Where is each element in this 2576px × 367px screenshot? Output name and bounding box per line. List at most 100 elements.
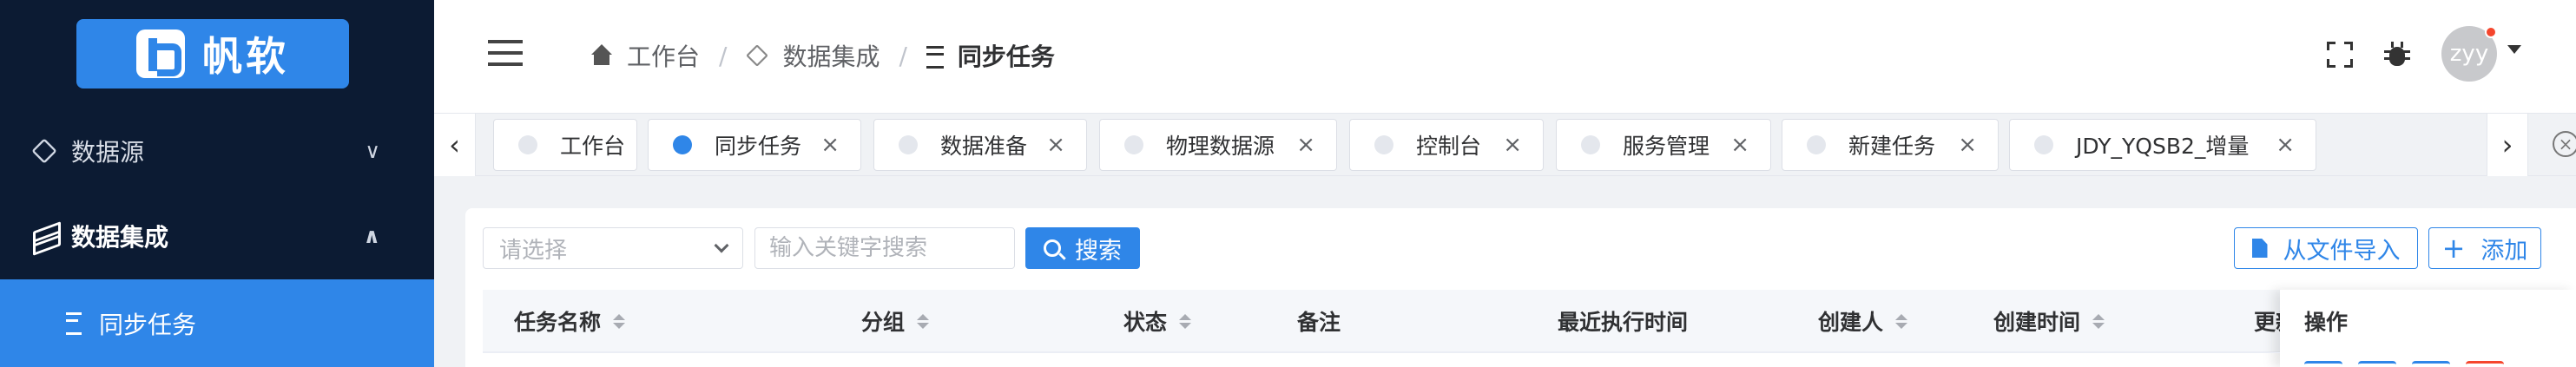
- breadcrumb-item-data-integration[interactable]: 数据集成: [746, 38, 880, 73]
- column-header-group[interactable]: 分组: [861, 290, 930, 352]
- tabs-scroll-left-button[interactable]: ‹: [434, 114, 476, 176]
- tab-workbench[interactable]: 工作台: [493, 119, 637, 171]
- sort-icon[interactable]: [1895, 313, 1908, 329]
- bug-icon[interactable]: [2384, 40, 2410, 68]
- row-action-button[interactable]: [2304, 361, 2342, 367]
- chevron-down-icon: [714, 238, 729, 253]
- search-input[interactable]: [754, 227, 1015, 269]
- column-label: 状态: [1123, 310, 1168, 335]
- column-header-last-run-time: 最近执行时间: [1558, 290, 1688, 352]
- tab-label: 数据准备: [940, 134, 1028, 159]
- chevron-down-icon: ∨: [365, 139, 380, 163]
- tab-new-task[interactable]: 新建任务 ×: [1782, 119, 1999, 171]
- sort-icon[interactable]: [613, 313, 626, 329]
- import-from-file-button[interactable]: 从文件导入: [2234, 227, 2418, 269]
- sidebar: 帆软 数据源 ∨ 数据集成 ∧ 同步任务: [0, 0, 434, 367]
- close-icon[interactable]: ×: [1503, 132, 1522, 158]
- row-action-buttons: [2304, 361, 2504, 367]
- table-header: 任务名称 分组 状态 备注 最近执行时间 创建人 创建时间 更新: [483, 290, 2576, 352]
- breadcrumb-label: 同步任务: [957, 43, 1055, 71]
- column-header-status[interactable]: 状态: [1123, 290, 1192, 352]
- sort-icon[interactable]: [917, 313, 930, 329]
- sidebar-item-datasource[interactable]: 数据源 ∨: [0, 108, 434, 194]
- layers-icon: [746, 44, 769, 67]
- sort-icon[interactable]: [2092, 313, 2105, 329]
- cube-icon: [31, 138, 57, 164]
- tab-physical-datasource[interactable]: 物理数据源 ×: [1099, 119, 1337, 171]
- tab-label: 控制台: [1416, 134, 1482, 159]
- column-header-task-name[interactable]: 任务名称: [514, 290, 626, 352]
- sidebar-item-label: 同步任务: [99, 310, 197, 339]
- tab-service-management[interactable]: 服务管理 ×: [1556, 119, 1771, 171]
- brand-name: 帆软: [202, 33, 289, 80]
- tab-label: 物理数据源: [1166, 134, 1275, 159]
- breadcrumb-separator: /: [719, 41, 728, 70]
- tab-status-dot: [518, 135, 537, 154]
- column-label: 创建时间: [1993, 310, 2081, 335]
- breadcrumb-item-workbench[interactable]: 工作台: [590, 38, 700, 73]
- close-icon[interactable]: ×: [1296, 132, 1315, 158]
- row-action-button[interactable]: [2358, 361, 2396, 367]
- search-icon: [1044, 239, 1061, 257]
- tab-sync-task[interactable]: 同步任务 ×: [648, 119, 861, 171]
- home-icon: [590, 44, 613, 67]
- column-label: 备注: [1297, 310, 1341, 335]
- table-row-divider: [483, 352, 2280, 353]
- column-header-created-time[interactable]: 创建时间: [1993, 290, 2105, 352]
- tab-status-dot: [1374, 135, 1393, 154]
- tabs-scroll-right-button[interactable]: ›: [2487, 114, 2528, 176]
- breadcrumb-label: 工作台: [627, 43, 701, 71]
- tab-console[interactable]: 控制台 ×: [1349, 119, 1544, 171]
- tab-status-dot: [899, 135, 918, 154]
- close-icon[interactable]: ×: [820, 132, 840, 158]
- row-delete-button[interactable]: [2466, 361, 2504, 367]
- top-header: 工作台 / 数据集成 / 同步任务 zyy: [434, 0, 2576, 113]
- brand-logo[interactable]: 帆软: [76, 19, 349, 88]
- fullscreen-icon[interactable]: [2327, 42, 2353, 68]
- add-button[interactable]: + 添加: [2428, 227, 2541, 269]
- sidebar-item-data-integration[interactable]: 数据集成 ∧: [0, 193, 434, 279]
- column-label: 创建人: [1818, 310, 1884, 335]
- tab-label: 服务管理: [1623, 134, 1710, 159]
- close-icon[interactable]: ×: [1730, 132, 1749, 158]
- close-icon[interactable]: ×: [1046, 132, 1065, 158]
- tabs-bar: ‹ 工作台 同步任务 × 数据准备 × 物理数据源 × 控制台 × 服务管理 ×…: [434, 113, 2576, 176]
- sidebar-item-label: 数据源: [71, 138, 145, 167]
- breadcrumb: 工作台 / 数据集成 / 同步任务: [590, 35, 1055, 76]
- search-button[interactable]: 搜索: [1025, 227, 1140, 269]
- list-icon: [66, 311, 82, 335]
- add-button-label: 添加: [2480, 237, 2528, 265]
- close-all-tabs-icon[interactable]: ×: [2553, 131, 2576, 157]
- caret-down-icon[interactable]: [2507, 45, 2521, 54]
- operations-column: 操作: [2280, 290, 2576, 367]
- column-header-remark: 备注: [1297, 290, 1341, 352]
- hamburger-menu-icon[interactable]: [488, 40, 523, 66]
- tab-data-prep[interactable]: 数据准备 ×: [873, 119, 1087, 171]
- tab-label: 同步任务: [715, 134, 802, 159]
- content-panel: 请选择 搜索 从文件导入 + 添加 任务名称 分组 状态 备注 最近执行时间: [465, 208, 2576, 367]
- tab-jdy-incremental[interactable]: JDY_YQSB2_增量 ×: [2009, 119, 2316, 171]
- column-label: 分组: [861, 310, 906, 335]
- search-button-label: 搜索: [1075, 237, 1122, 265]
- tab-status-dot: [1124, 135, 1143, 154]
- column-header-creator[interactable]: 创建人: [1818, 290, 1908, 352]
- tab-label: JDY_YQSB2_增量: [2076, 134, 2250, 159]
- close-icon[interactable]: ×: [1958, 132, 1977, 158]
- group-select[interactable]: 请选择: [483, 227, 743, 269]
- notification-badge: [2485, 26, 2497, 38]
- breadcrumb-label: 数据集成: [782, 43, 880, 71]
- close-icon[interactable]: ×: [2276, 132, 2295, 158]
- row-action-button[interactable]: [2412, 361, 2450, 367]
- breadcrumb-item-sync-task: 同步任务: [926, 38, 1055, 73]
- column-header-operations: 操作: [2304, 290, 2348, 352]
- sidebar-item-sync-task[interactable]: 同步任务: [0, 279, 434, 367]
- chevron-up-icon: ∧: [363, 224, 381, 248]
- list-icon: [926, 46, 944, 69]
- column-label: 最近执行时间: [1558, 310, 1689, 335]
- tab-status-dot: [2034, 135, 2053, 154]
- tab-status-dot: [673, 135, 692, 154]
- sort-icon[interactable]: [1179, 313, 1192, 329]
- select-placeholder: 请选择: [499, 237, 568, 264]
- breadcrumb-separator: /: [899, 41, 907, 70]
- document-icon: [2251, 239, 2268, 258]
